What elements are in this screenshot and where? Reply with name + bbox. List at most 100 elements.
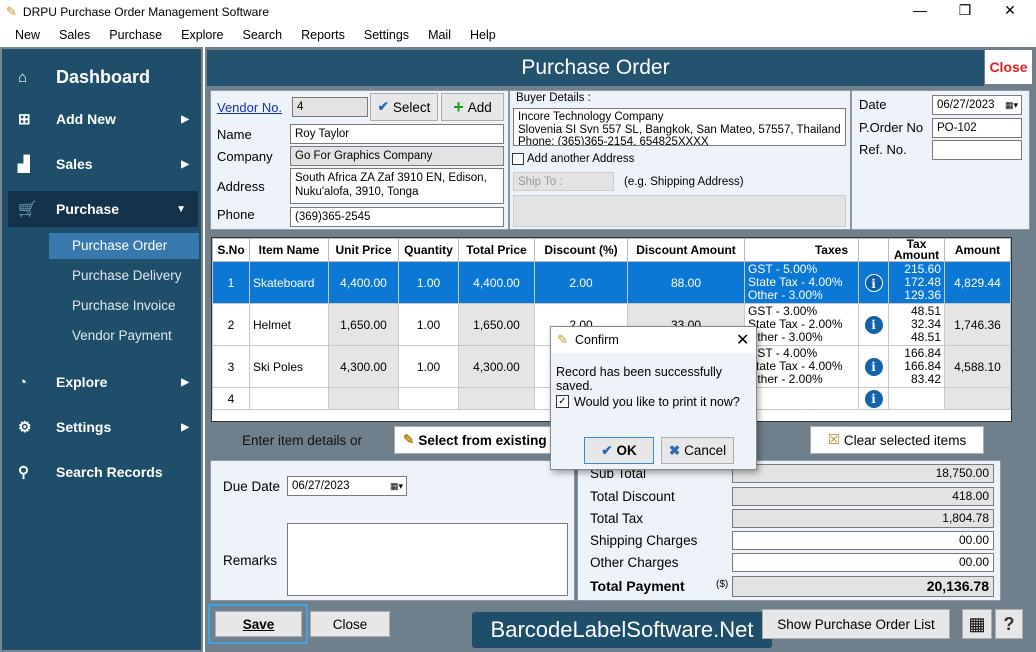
cell-total[interactable]: 1,650.00 bbox=[458, 303, 535, 346]
cell-tax-amt[interactable]: 48.51 32.34 48.51 bbox=[888, 303, 945, 346]
cell-sno[interactable]: 4 bbox=[212, 387, 250, 410]
cell-sno[interactable]: 1 bbox=[212, 261, 250, 304]
calculator-icon[interactable]: ▦ bbox=[962, 609, 992, 639]
sidebar-item-settings[interactable]: ⚙ Settings ▶ bbox=[2, 409, 201, 445]
cell-amount[interactable]: 1,746.36 bbox=[944, 303, 1011, 346]
sidebar-sub-vendor-payment[interactable]: Vendor Payment bbox=[49, 323, 199, 349]
cell-total[interactable]: 4,300.00 bbox=[458, 345, 535, 388]
cell-item[interactable] bbox=[249, 387, 329, 410]
cancel-button[interactable]: ✖ Cancel bbox=[661, 437, 734, 464]
clear-list-icon: ☒ bbox=[827, 432, 840, 447]
other-charges-field[interactable]: 00.00 bbox=[732, 553, 994, 572]
cell-sno[interactable]: 3 bbox=[212, 345, 250, 388]
cell-tax-amt[interactable]: 215.60 172.48 129.36 bbox=[888, 261, 945, 304]
add-vendor-button[interactable]: + Add bbox=[441, 93, 504, 121]
sidebar-item-dashboard[interactable]: ⌂ Dashboard bbox=[2, 59, 201, 95]
cell-item[interactable]: Helmet bbox=[249, 303, 329, 346]
due-date-picker[interactable]: 06/27/2023 ▦▾ bbox=[287, 476, 407, 496]
vendor-no-field[interactable]: 4 bbox=[292, 97, 368, 117]
calendar-dropdown-icon: ▦▾ bbox=[1004, 100, 1018, 110]
shipping-charges-field[interactable]: 00.00 bbox=[732, 531, 994, 550]
cell-info[interactable]: i bbox=[858, 345, 889, 388]
menu-explore[interactable]: Explore bbox=[181, 28, 223, 42]
menu-reports[interactable]: Reports bbox=[301, 28, 345, 42]
cell-taxes[interactable]: GST - 4.00% State Tax - 4.00% Other - 2.00… bbox=[744, 345, 859, 388]
cell-unit[interactable]: 4,300.00 bbox=[328, 345, 399, 388]
show-purchase-order-list-button[interactable]: Show Purchase Order List bbox=[762, 609, 950, 639]
cell-qty[interactable]: 1.00 bbox=[398, 261, 459, 304]
ref-number-field[interactable] bbox=[932, 140, 1022, 160]
sidebar-item-search-records[interactable]: ⚲ Search Records bbox=[2, 454, 201, 490]
cell-disc-amt[interactable]: 88.00 bbox=[627, 261, 745, 304]
menu-search[interactable]: Search bbox=[243, 28, 283, 42]
date-picker[interactable]: 06/27/2023 ▦▾ bbox=[932, 95, 1022, 115]
menu-new[interactable]: New bbox=[15, 28, 40, 42]
cell-taxes[interactable]: GST - 5.00% State Tax - 4.00% Other - 3.00… bbox=[744, 261, 859, 304]
phone-field[interactable]: (369)365-2545 bbox=[290, 207, 504, 227]
cell-item[interactable]: Ski Poles bbox=[249, 345, 329, 388]
ok-button[interactable]: ✔ OK bbox=[584, 437, 654, 464]
minimize-button[interactable]: — bbox=[905, 2, 935, 22]
cell-tax-amt[interactable] bbox=[888, 387, 945, 410]
ship-to-field[interactable]: Ship To : bbox=[513, 172, 614, 191]
select-existing-button[interactable]: ✎ Select from existing bbox=[394, 426, 564, 454]
save-button[interactable]: Save bbox=[215, 611, 302, 637]
close-window-button[interactable]: ✕ bbox=[995, 2, 1025, 22]
cell-qty[interactable]: 1.00 bbox=[398, 345, 459, 388]
remarks-field[interactable] bbox=[287, 523, 568, 596]
info-icon[interactable]: i bbox=[864, 273, 883, 292]
sidebar-item-explore[interactable]: ◔ Explore ▶ bbox=[2, 364, 201, 400]
cell-qty[interactable] bbox=[398, 387, 459, 410]
menu-settings[interactable]: Settings bbox=[364, 28, 409, 42]
sidebar-item-sales[interactable]: ▟ Sales ▶ bbox=[2, 146, 201, 182]
cell-amount[interactable] bbox=[944, 387, 1011, 410]
cell-total[interactable] bbox=[458, 387, 535, 410]
dialog-close-icon[interactable]: ✕ bbox=[736, 330, 749, 350]
menu-help[interactable]: Help bbox=[470, 28, 496, 42]
help-button[interactable]: ? bbox=[995, 609, 1023, 639]
print-checkbox[interactable]: ✓ bbox=[556, 395, 569, 408]
shipping-address-field[interactable] bbox=[513, 195, 846, 227]
cell-amount[interactable]: 4,829.44 bbox=[944, 261, 1011, 304]
cell-info[interactable]: i bbox=[858, 303, 889, 346]
cell-item[interactable]: Skateboard bbox=[249, 261, 329, 304]
cell-info[interactable]: i bbox=[858, 387, 889, 410]
clear-selected-button[interactable]: ☒ Clear selected items bbox=[810, 426, 984, 454]
buyer-details-field[interactable]: Incore Technology Company Slovenia SI Svn… bbox=[513, 108, 846, 146]
cell-unit[interactable]: 1,650.00 bbox=[328, 303, 399, 346]
cell-unit[interactable] bbox=[328, 387, 399, 410]
cell-amount[interactable]: 4,588.10 bbox=[944, 345, 1011, 388]
cell-disc-pct[interactable]: 2.00 bbox=[534, 261, 628, 304]
name-field[interactable]: Roy Taylor bbox=[290, 124, 504, 144]
cell-tax-amt[interactable]: 166.84 166.84 83.42 bbox=[888, 345, 945, 388]
close-button[interactable]: Close bbox=[310, 611, 390, 637]
close-page-button[interactable]: Close bbox=[985, 50, 1032, 84]
maximize-button[interactable]: ❐ bbox=[950, 2, 980, 22]
cell-unit[interactable]: 4,400.00 bbox=[328, 261, 399, 304]
cell-sno[interactable]: 2 bbox=[212, 303, 250, 346]
po-number-field[interactable]: PO-102 bbox=[932, 118, 1022, 138]
table-row[interactable]: 1 Skateboard 4,400.00 1.00 4,400.00 2.00 88.00… bbox=[212, 261, 1011, 304]
company-field[interactable]: Go For Graphics Company bbox=[290, 146, 504, 166]
sidebar-item-purchase[interactable]: 🛒 Purchase ▼ bbox=[8, 191, 198, 227]
sidebar-sub-purchase-delivery[interactable]: Purchase Delivery bbox=[49, 263, 199, 289]
cell-taxes[interactable] bbox=[744, 387, 859, 410]
chevron-right-icon: ▶ bbox=[181, 376, 189, 388]
info-icon[interactable]: i bbox=[864, 389, 883, 408]
menu-sales[interactable]: Sales bbox=[59, 28, 90, 42]
info-icon[interactable]: i bbox=[864, 357, 883, 376]
vendor-no-link[interactable]: Vendor No. bbox=[217, 100, 282, 115]
info-icon[interactable]: i bbox=[864, 315, 883, 334]
sidebar-sub-purchase-order[interactable]: Purchase Order bbox=[49, 233, 199, 259]
cell-qty[interactable]: 1.00 bbox=[398, 303, 459, 346]
address-field[interactable]: South Africa ZA Zaf 3910 EN, Edison, Nuku… bbox=[290, 168, 504, 204]
menu-mail[interactable]: Mail bbox=[428, 28, 451, 42]
add-another-address-checkbox[interactable] bbox=[512, 153, 524, 165]
cell-taxes[interactable]: GST - 3.00% State Tax - 2.00% Other - 3.00… bbox=[744, 303, 859, 346]
cell-total[interactable]: 4,400.00 bbox=[458, 261, 535, 304]
sidebar-item-add-new[interactable]: ⊞ Add New ▶ bbox=[2, 101, 201, 137]
menu-purchase[interactable]: Purchase bbox=[109, 28, 162, 42]
cell-info[interactable]: i bbox=[858, 261, 889, 304]
sidebar-sub-purchase-invoice[interactable]: Purchase Invoice bbox=[49, 293, 199, 319]
select-vendor-button[interactable]: ✔ Select bbox=[370, 93, 438, 121]
